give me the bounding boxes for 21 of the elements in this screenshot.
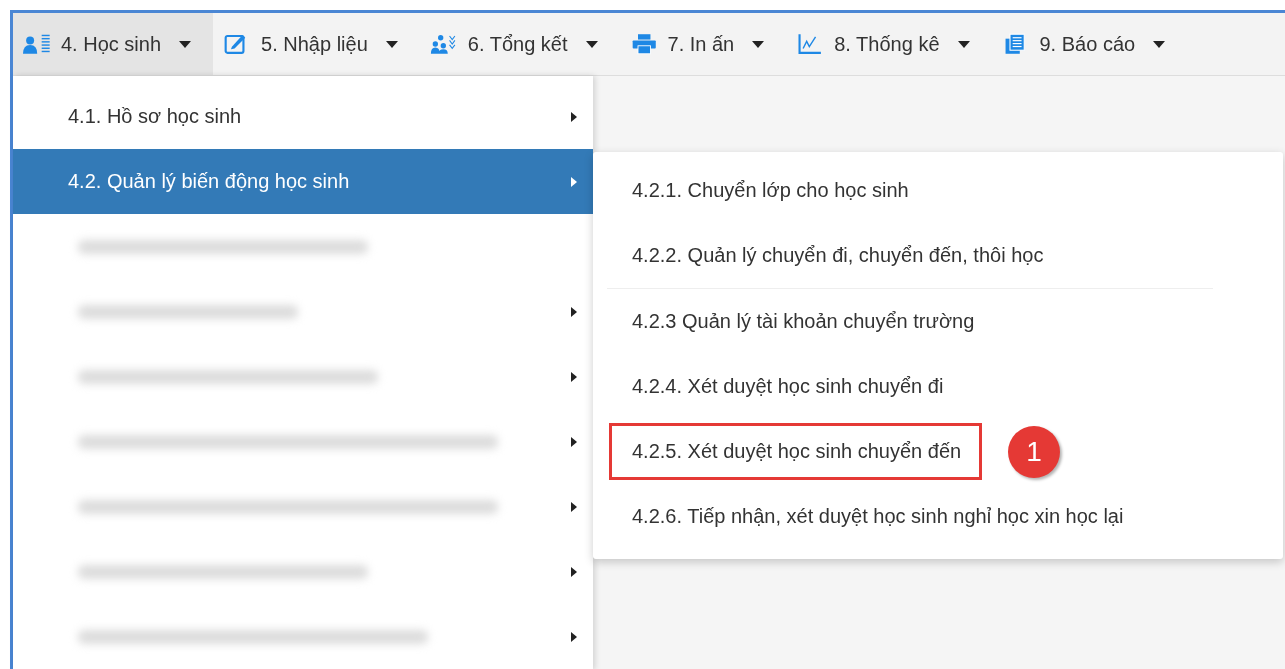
submenu-item[interactable]: 4.2.2. Quản lý chuyển đi, chuyển đến, thôi học xyxy=(609,227,1067,284)
menu-tab[interactable]: 6. Tổng kết xyxy=(419,13,620,75)
submenu-item[interactable]: 4.2.5. Xét duyệt học sinh chuyển đến xyxy=(609,423,983,480)
caret-icon xyxy=(179,40,192,48)
submenu-item[interactable]: 4.2.1. Chuyển lớp cho học sinh xyxy=(609,162,932,219)
menu-tab[interactable]: 5. Nhập liệu xyxy=(213,13,420,75)
caret-icon xyxy=(585,40,598,48)
submenu-item[interactable]: 4.2.4. Xét duyệt học sinh chuyển đi xyxy=(609,358,967,415)
submenu-item[interactable]: 4.2.3 Quản lý tài khoản chuyển trường xyxy=(609,293,998,350)
caret-icon xyxy=(1153,40,1166,48)
menu-tab[interactable]: 8. Thống kê xyxy=(786,13,992,75)
menu-tab[interactable]: 9. Báo cáo xyxy=(991,13,1188,75)
menu-tab[interactable]: 7. In ấn xyxy=(619,13,787,75)
step-badge: 1 xyxy=(1008,425,1061,478)
submenu-item[interactable]: 4.2.6. Tiếp nhận, xét duyệt học sinh nghỉ học xin học lại xyxy=(609,488,1147,545)
menu-item[interactable]: 4.1. Hồ sơ học sinh xyxy=(13,84,593,149)
caret-icon xyxy=(752,40,765,48)
caret-icon xyxy=(385,40,398,48)
menu-item[interactable]: 4.2. Quản lý biến động học sinh xyxy=(13,149,593,214)
menu-tab[interactable]: 4. Học sinh xyxy=(13,13,214,75)
caret-icon xyxy=(957,40,970,48)
